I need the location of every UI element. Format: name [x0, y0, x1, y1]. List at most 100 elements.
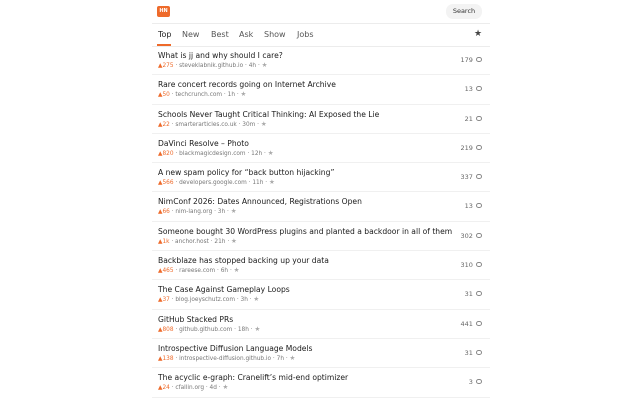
story-age: 21h: [214, 238, 226, 245]
star-icon[interactable]: ★: [254, 325, 260, 333]
comments-link[interactable]: 31: [465, 349, 482, 358]
story-domain[interactable]: anchor.host: [175, 239, 209, 245]
story-meta: ▲24 · cfallin.org · 4d · ★: [158, 383, 229, 392]
tab-new[interactable]: New: [182, 30, 199, 40]
story-domain[interactable]: blackmagicdesign.com: [179, 151, 246, 157]
star-icon[interactable]: ★: [290, 354, 296, 362]
comments-link[interactable]: 441: [461, 320, 482, 329]
star-icon[interactable]: ★: [231, 237, 237, 245]
story-domain[interactable]: github.github.com: [179, 327, 232, 333]
tab-top[interactable]: Top: [158, 30, 172, 40]
comment-bubble-icon: [476, 262, 482, 268]
star-icon[interactable]: ★: [234, 266, 240, 274]
story-domain[interactable]: smarterarticles.co.uk: [175, 122, 236, 128]
story-title[interactable]: NimConf 2026: Dates Announced, Registrat…: [158, 197, 362, 206]
comments-link[interactable]: 302: [460, 231, 482, 241]
comment-count: 13: [464, 202, 473, 211]
star-icon[interactable]: ★: [262, 61, 268, 69]
story-age: 18h: [237, 326, 249, 333]
story-domain[interactable]: blog.joeyschutz.com: [175, 297, 235, 303]
story-title[interactable]: GitHub Stacked PRs: [158, 315, 233, 324]
story-meta: ▲465 · rareese.com · 6h · ★: [158, 266, 240, 275]
tab-jobs[interactable]: Jobs: [297, 30, 314, 40]
story-row[interactable]: Rare concert records going on Internet A…: [152, 75, 490, 105]
comment-count: 13: [464, 85, 473, 94]
story-title[interactable]: DaVinci Resolve – Photo: [158, 139, 249, 148]
story-title[interactable]: The acyclic e-graph: Cranelift’s mid-end…: [158, 373, 348, 382]
story-title[interactable]: Schools Never Taught Critical Thinking: …: [158, 110, 379, 119]
star-icon[interactable]: ★: [231, 207, 237, 215]
tab-show[interactable]: Show: [264, 30, 286, 40]
story-row[interactable]: A new spam policy for “back button hijac…: [152, 163, 490, 193]
comments-link[interactable]: 310: [461, 261, 482, 270]
story-points: ▲820: [158, 150, 174, 157]
story-row[interactable]: What is jj and why should I care? ▲275 · …: [152, 46, 490, 76]
comment-bubble-icon: [476, 144, 482, 150]
star-icon[interactable]: ★: [253, 295, 259, 303]
story-points: ▲22: [158, 121, 170, 128]
story-row[interactable]: Backblaze has stopped backing up your da…: [152, 251, 490, 281]
star-icon[interactable]: ★: [269, 178, 275, 186]
logo[interactable]: HN: [157, 6, 170, 17]
search-button[interactable]: Search: [446, 4, 482, 19]
story-title[interactable]: Backblaze has stopped backing up your da…: [158, 256, 329, 265]
story-meta: ▲37 · blog.joeyschutz.com · 3h · ★: [158, 295, 260, 304]
story-title[interactable]: A new spam policy for “back button hijac…: [158, 168, 334, 177]
star-icon[interactable]: ★: [222, 383, 228, 391]
story-list: What is jj and why should I care? ▲275 · …: [152, 46, 490, 398]
comments-link[interactable]: 219: [461, 144, 482, 153]
story-row[interactable]: Introspective Diffusion Language Models ▲…: [152, 339, 490, 369]
story-row[interactable]: GitHub Stacked PRs ▲808 · github.github.c…: [152, 310, 490, 339]
story-row[interactable]: Someone bought 30 WordPress plugins and …: [152, 222, 490, 252]
story-points: ▲275: [158, 63, 174, 69]
comment-count: 337: [460, 173, 473, 182]
story-domain[interactable]: cfallin.org: [175, 385, 204, 391]
story-row[interactable]: DaVinci Resolve – Photo ▲820 · blackmagic…: [152, 134, 490, 164]
story-points: ▲50: [158, 92, 170, 99]
comments-link[interactable]: 13: [465, 202, 482, 211]
story-points: ▲37: [158, 297, 170, 304]
comments-link[interactable]: 13: [465, 85, 482, 94]
comments-link[interactable]: 337: [460, 173, 482, 182]
comment-count: 31: [464, 348, 473, 357]
story-points: ▲1k: [158, 238, 170, 245]
comment-bubble-icon: [476, 349, 482, 355]
comments-link[interactable]: 179: [461, 56, 482, 65]
story-domain[interactable]: nim-lang.org: [175, 209, 212, 215]
star-icon[interactable]: ★: [241, 90, 247, 98]
story-domain[interactable]: introspective-diffusion.github.io: [179, 356, 271, 362]
story-title[interactable]: The Case Against Gameplay Loops: [158, 285, 290, 294]
story-domain[interactable]: steveklabnik.github.io: [179, 63, 243, 69]
comment-bubble-icon: [476, 379, 482, 385]
story-title[interactable]: Someone bought 30 WordPress plugins and …: [158, 227, 452, 236]
comment-count: 302: [460, 231, 473, 240]
story-age: 11h: [252, 180, 264, 187]
tab-best[interactable]: Best: [211, 30, 229, 40]
story-row[interactable]: Schools Never Taught Critical Thinking: …: [152, 105, 490, 134]
story-title[interactable]: What is jj and why should I care?: [158, 51, 283, 60]
comments-link[interactable]: 3: [469, 378, 482, 387]
comment-bubble-icon: [476, 174, 482, 180]
story-points: ▲24: [158, 385, 170, 392]
story-row[interactable]: The Case Against Gameplay Loops ▲37 · blo…: [152, 280, 490, 310]
story-domain[interactable]: rareese.com: [179, 268, 215, 274]
star-icon[interactable]: ★: [268, 149, 274, 157]
story-row[interactable]: NimConf 2026: Dates Announced, Registrat…: [152, 192, 490, 222]
story-age: 7h: [276, 355, 284, 362]
story-domain[interactable]: developers.google.com: [179, 180, 247, 186]
story-title[interactable]: Rare concert records going on Internet A…: [158, 80, 336, 89]
comment-count: 21: [464, 114, 473, 123]
star-icon[interactable]: ★: [261, 120, 267, 128]
story-title[interactable]: Introspective Diffusion Language Models: [158, 344, 313, 353]
story-points: ▲808: [158, 326, 174, 333]
star-icon[interactable]: ★: [474, 29, 482, 39]
tab-ask[interactable]: Ask: [239, 30, 253, 40]
story-row[interactable]: The acyclic e-graph: Cranelift’s mid-end…: [152, 368, 490, 398]
story-meta: ▲22 · smarterarticles.co.uk · 30m · ★: [158, 119, 267, 128]
comments-link[interactable]: 31: [465, 290, 482, 299]
comments-link[interactable]: 21: [465, 115, 482, 124]
comment-bubble-icon: [476, 115, 482, 121]
story-domain[interactable]: techcrunch.com: [175, 92, 222, 98]
story-age: 3h: [217, 209, 226, 216]
comment-bubble-icon: [476, 86, 482, 92]
